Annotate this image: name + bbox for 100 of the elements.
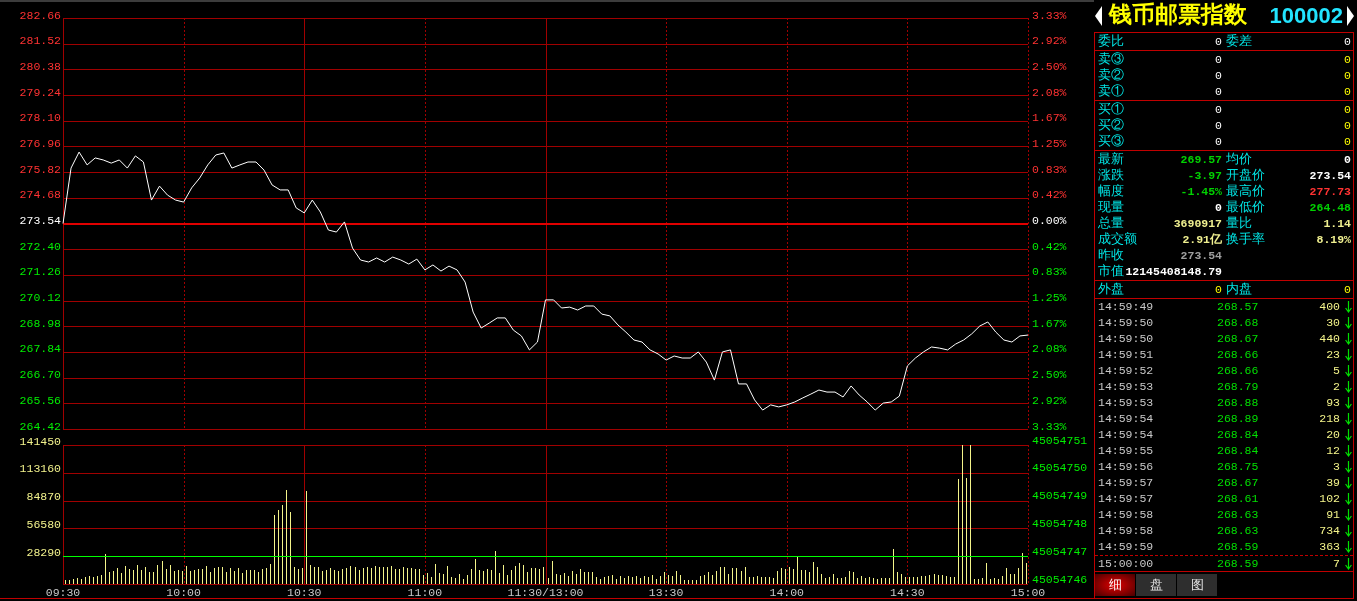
field-label: 昨收 (1098, 248, 1124, 264)
field-label: 最高价 (1226, 184, 1265, 200)
price-axis-label: 272.40 (19, 239, 61, 253)
index-title: 钱币邮票指数 (1109, 4, 1247, 28)
price-axis-label: 266.70 (19, 368, 61, 382)
volume-axis-label: 45054747 (1032, 544, 1088, 558)
tick-time: 14:59:49 (1098, 299, 1155, 315)
price-axis-label: 265.56 (19, 393, 61, 407)
ask-price: 0 (1215, 52, 1222, 68)
field-label: 委比 (1098, 34, 1124, 50)
tick-time: 14:59:58 (1098, 523, 1155, 539)
field-label: 内盘 (1226, 282, 1252, 298)
tick-volume: 2 (1333, 379, 1340, 395)
percent-axis-label: 1.25% (1032, 136, 1067, 150)
volume-axis-label: 45054746 (1032, 572, 1088, 586)
tick-volume: 102 (1319, 491, 1340, 507)
field-value: 0 (1344, 152, 1351, 168)
time-axis-label: 13:30 (648, 585, 684, 599)
field-value: 273.54 (1180, 248, 1222, 264)
bid-volume: 0 (1344, 102, 1351, 118)
tick-volume: 363 (1319, 539, 1340, 555)
left-arrow-icon[interactable] (1095, 6, 1102, 26)
tick-time: 14:59:51 (1098, 347, 1155, 363)
volume-axis-label: 84870 (26, 490, 61, 504)
percent-axis-label: 2.50% (1032, 368, 1067, 382)
tick-price: 268.84 (1217, 443, 1260, 459)
price-axis-label: 273.54 (19, 214, 61, 227)
time-axis-label: 11:30/13:00 (507, 585, 584, 599)
price-axis-label: 280.38 (19, 59, 61, 73)
tick-price: 268.66 (1217, 363, 1260, 379)
view-tab[interactable]: 盘 (1136, 574, 1176, 596)
field-value: 2.91亿 (1182, 232, 1222, 248)
price-axis-label: 268.98 (19, 316, 61, 330)
bid-price: 0 (1215, 102, 1222, 118)
tick-volume: 218 (1319, 411, 1340, 427)
ask-volume: 0 (1344, 52, 1351, 68)
ask-label: 卖③ (1098, 52, 1124, 68)
bid-label: 买③ (1098, 134, 1124, 150)
tick-time: 14:59:50 (1098, 315, 1155, 331)
field-label: 现量 (1098, 200, 1124, 216)
tick-volume: 91 (1326, 507, 1340, 523)
tick-price: 268.66 (1217, 347, 1260, 363)
index-code: 100002 (1269, 5, 1343, 27)
right-arrow-icon[interactable] (1347, 6, 1354, 26)
tick-volume: 3 (1333, 459, 1340, 475)
price-axis-label: 276.96 (19, 136, 61, 150)
field-value: 8.19% (1316, 232, 1351, 248)
tick-volume: 400 (1319, 299, 1340, 315)
percent-axis-label: 2.08% (1032, 342, 1067, 356)
field-label: 开盘价 (1226, 168, 1265, 184)
volume-axis-label: 45054751 (1032, 434, 1088, 447)
field-value: 264.48 (1309, 200, 1351, 216)
ask-label: 卖② (1098, 68, 1124, 84)
time-axis-label: 14:00 (769, 585, 804, 599)
view-tab[interactable]: 图 (1177, 574, 1217, 596)
tick-time: 14:59:55 (1098, 443, 1155, 459)
field-label: 最新 (1098, 152, 1124, 168)
tick-time: 14:59:50 (1098, 331, 1155, 347)
percent-axis-label: 0.83% (1032, 162, 1067, 176)
tick-time: 15:00:00 (1098, 555, 1155, 572)
field-label: 均价 (1226, 152, 1252, 168)
percent-axis-label: 2.08% (1032, 85, 1067, 99)
bid-label: 买① (1098, 102, 1124, 118)
tick-time: 14:59:58 (1098, 507, 1155, 523)
time-axis-label: 14:30 (890, 585, 925, 599)
ask-volume: 0 (1344, 68, 1351, 84)
tick-time: 14:59:57 (1098, 491, 1155, 507)
price-axis-label: 278.10 (19, 111, 61, 125)
tick-price: 268.75 (1217, 459, 1260, 475)
field-value: 0 (1344, 282, 1351, 298)
field-label: 委差 (1226, 34, 1252, 50)
tick-volume: 5 (1333, 363, 1340, 379)
view-tab[interactable]: 细 (1095, 574, 1135, 596)
volume-axis-label: 45054750 (1032, 461, 1088, 475)
tick-volume: 39 (1326, 475, 1340, 491)
bid-price: 0 (1215, 134, 1222, 150)
tick-time: 14:59:54 (1098, 427, 1155, 443)
price-axis-label: 279.24 (19, 85, 61, 99)
field-label: 量比 (1226, 216, 1252, 232)
tick-price: 268.63 (1217, 523, 1260, 539)
tick-volume: 12 (1326, 443, 1340, 459)
percent-axis-label: 1.25% (1032, 291, 1067, 305)
volume-axis-label: 141450 (19, 434, 61, 448)
bid-price: 0 (1215, 118, 1222, 134)
time-axis-label: 11:00 (407, 585, 443, 599)
field-value: 269.57 (1180, 152, 1222, 168)
field-label: 涨跌 (1098, 168, 1124, 184)
tick-time: 14:59:56 (1098, 459, 1155, 475)
percent-axis-label: 1.67% (1032, 316, 1067, 330)
ask-label: 卖① (1098, 84, 1124, 100)
percent-axis-label: 3.33% (1032, 419, 1067, 433)
field-value: 12145408148.79 (1125, 264, 1222, 280)
tick-time: 14:59:53 (1098, 395, 1155, 411)
tick-price: 268.88 (1217, 395, 1260, 411)
ask-price: 0 (1215, 84, 1222, 100)
percent-axis-label: 0.00% (1032, 214, 1067, 227)
tick-time: 14:59:52 (1098, 363, 1155, 379)
tick-price: 268.57 (1217, 299, 1260, 315)
price-axis-label: 274.68 (19, 188, 61, 202)
bid-volume: 0 (1344, 118, 1351, 134)
